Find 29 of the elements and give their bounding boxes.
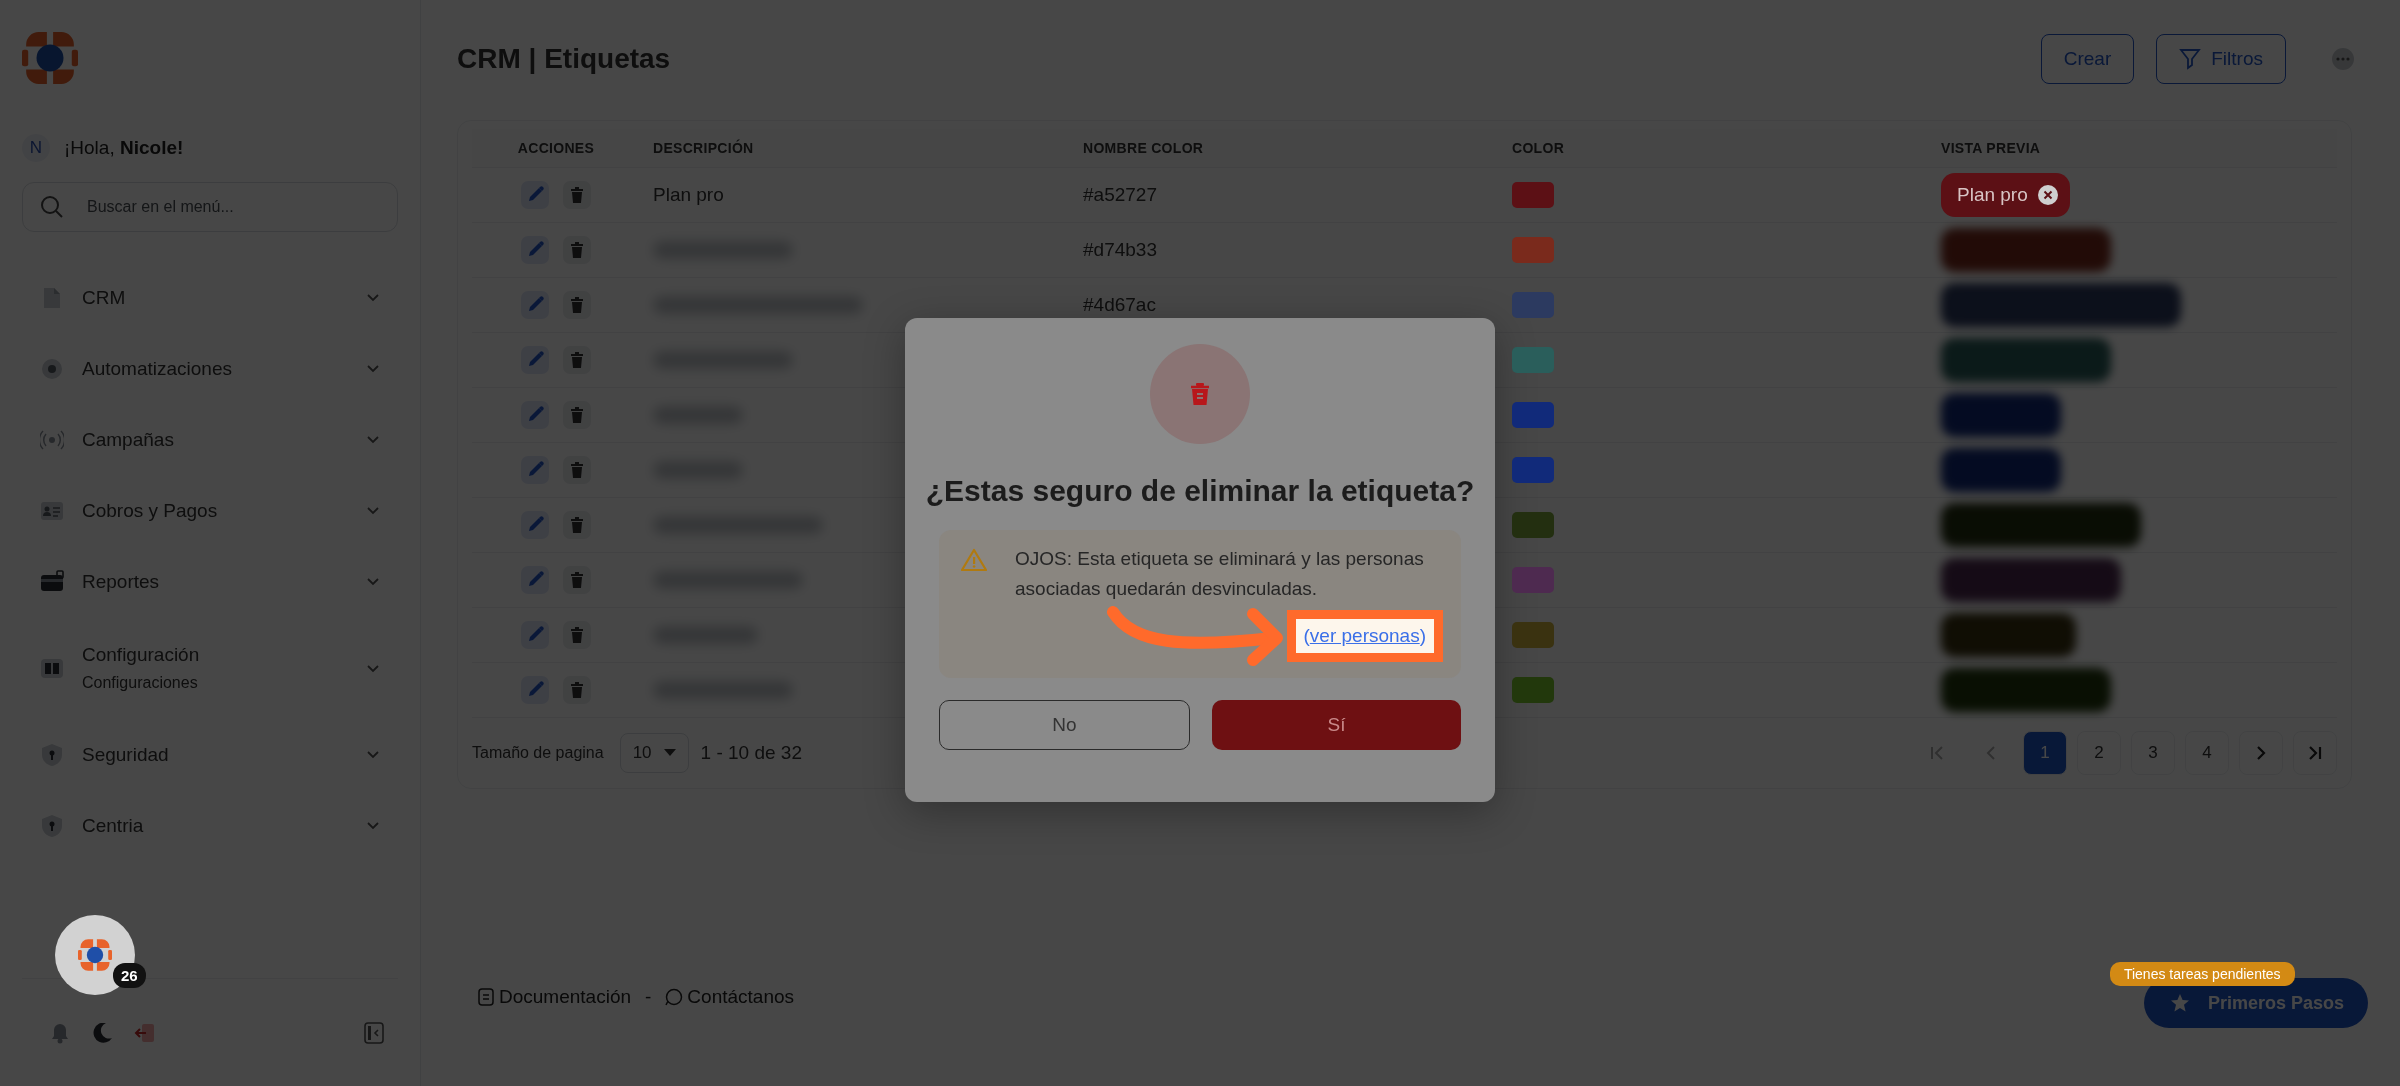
- warning-text: OJOS: Esta etiqueta se eliminará y las personas asociadas quedarán desvinculadas.: [1015, 547, 1425, 601]
- trash-icon: [1189, 382, 1211, 406]
- menu-label: Automatizaciones: [82, 357, 233, 380]
- confirm-button[interactable]: Sí: [1212, 700, 1461, 750]
- table-cell: Plan pro: [653, 184, 724, 206]
- cancel-button[interactable]: No: [939, 700, 1190, 750]
- table-cell: #4d67ac: [1083, 294, 1156, 316]
- warning-icon: [961, 548, 987, 572]
- page-title: CRM | Etiquetas: [457, 43, 672, 75]
- menu-label: Centria: [82, 814, 145, 837]
- page-size-label: Tamaño de pagina: [472, 744, 604, 762]
- pending-tasks-tip: Tienes tareas pendientes: [2109, 962, 2295, 986]
- menu-sublabel: Configuraciones: [82, 674, 199, 692]
- separator-text: -: [645, 986, 652, 1008]
- dialog-title: ¿Estas seguro de eliminar la etiqueta?: [925, 474, 1475, 508]
- table-cell: #a52727: [1083, 184, 1157, 206]
- tag-preview: Plan pro: [1941, 173, 2070, 217]
- menu-label: CRM: [82, 286, 127, 309]
- view-people-link[interactable]: (ver personas): [1303, 625, 1426, 647]
- greeting-text: ¡Hola, Nicole!: [64, 137, 184, 159]
- menu-label: Campañas: [82, 428, 175, 451]
- logo-icon: [78, 938, 112, 972]
- menu-label: Configuración: [82, 644, 201, 666]
- menu-label: Seguridad: [82, 743, 170, 766]
- menu-label: Reportes: [82, 570, 161, 593]
- close-icon: [2037, 185, 2058, 205]
- table-cell: #d74b33: [1083, 239, 1157, 261]
- page-range: 1 - 10 de 32: [700, 742, 802, 764]
- menu-label: Cobros y Pagos: [82, 499, 219, 522]
